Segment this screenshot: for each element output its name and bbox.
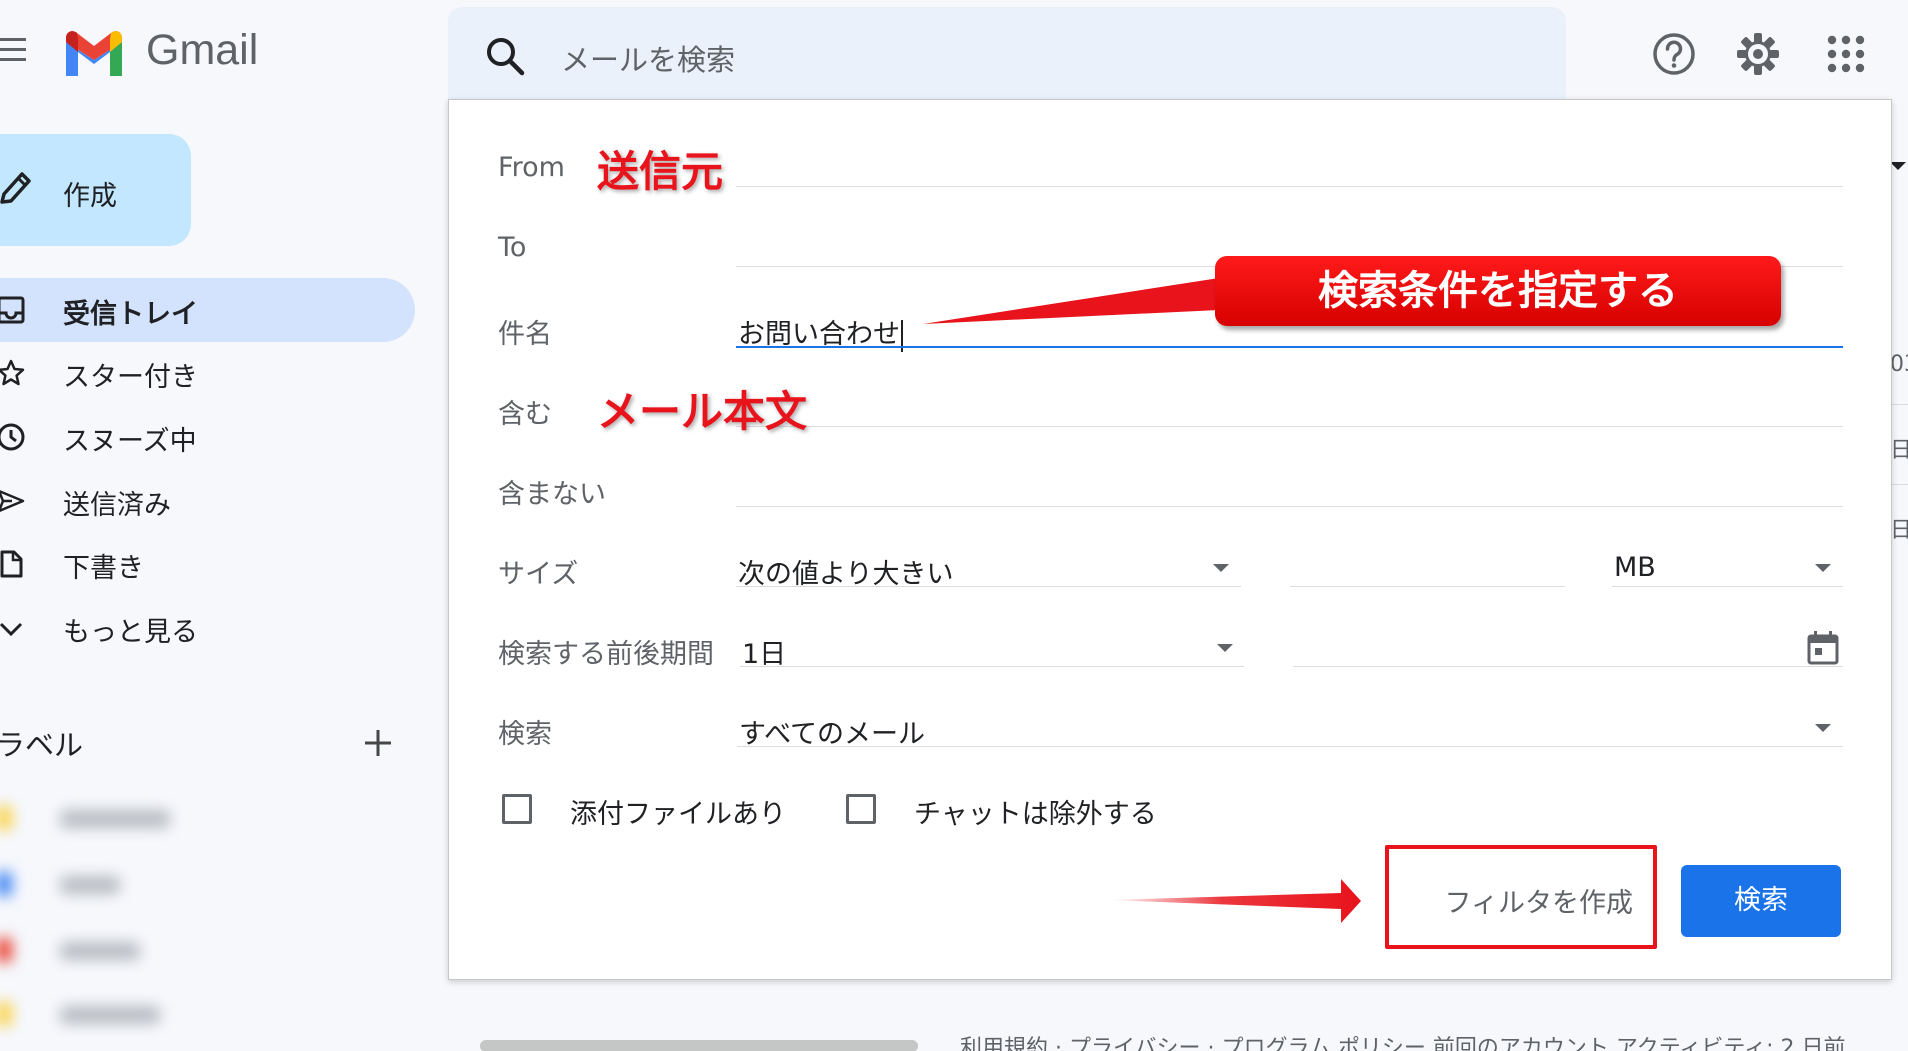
add-label-icon[interactable] — [363, 728, 393, 758]
labels-header: ラベル — [0, 728, 84, 762]
label-item-blurred[interactable] — [0, 986, 210, 1042]
compose-label: 作成 — [63, 181, 117, 212]
arrow-annotation — [1109, 879, 1361, 923]
settings-icon[interactable] — [1734, 30, 1782, 78]
gmail-logo[interactable] — [62, 30, 126, 78]
footer-links[interactable]: 利用規約 · プライバシー · プログラム ポリシー 前回のアカウント アクティ… — [960, 1030, 1846, 1051]
compose-button[interactable]: 作成 — [0, 134, 191, 246]
sidebar-item-snoozed[interactable]: スヌーズ中 — [0, 405, 415, 469]
search-icon[interactable] — [483, 34, 527, 78]
help-icon[interactable] — [1650, 30, 1698, 78]
sidebar-item-label: スター付き — [63, 362, 198, 393]
label-item-blurred[interactable] — [0, 922, 210, 978]
horizontal-scrollbar[interactable] — [480, 1040, 918, 1051]
chevron-down-icon — [0, 622, 23, 637]
pencil-icon — [0, 172, 31, 204]
sidebar-item-label: 送信済み — [63, 490, 171, 521]
sidebar-item-inbox[interactable]: 受信トレイ — [0, 278, 415, 342]
sidebar-item-label: スヌーズ中 — [63, 426, 197, 457]
gmail-wordmark: Gmail — [146, 26, 259, 74]
draft-icon — [0, 550, 23, 578]
search-bar[interactable]: メールを検索 — [448, 7, 1566, 101]
sidebar-item-more[interactable]: もっと見る — [0, 596, 415, 660]
sidebar-item-drafts[interactable]: 下書き — [0, 532, 415, 596]
label-item-blurred[interactable] — [0, 856, 210, 912]
send-icon — [0, 490, 25, 512]
sidebar-item-sent[interactable]: 送信済み — [0, 469, 415, 533]
sidebar-item-label: もっと見る — [63, 617, 198, 648]
apps-icon[interactable] — [1822, 30, 1870, 78]
background-divider — [1892, 484, 1908, 485]
sidebar-item-label: 受信トレイ — [63, 299, 198, 330]
clock-icon — [0, 423, 25, 451]
main-menu-icon[interactable] — [0, 38, 26, 68]
inbox-icon — [0, 296, 25, 324]
star-icon — [0, 359, 25, 386]
sidebar-item-starred[interactable]: スター付き — [0, 341, 415, 405]
label-item-blurred[interactable] — [0, 790, 210, 846]
sidebar-item-label: 下書き — [63, 553, 144, 584]
background-divider — [1892, 404, 1908, 405]
advanced-search-panel: From 送信元 To 件名 お問い合わせ 含む メール本文 含まない サイズ … — [448, 99, 1892, 980]
search-input[interactable]: メールを検索 — [561, 37, 735, 79]
